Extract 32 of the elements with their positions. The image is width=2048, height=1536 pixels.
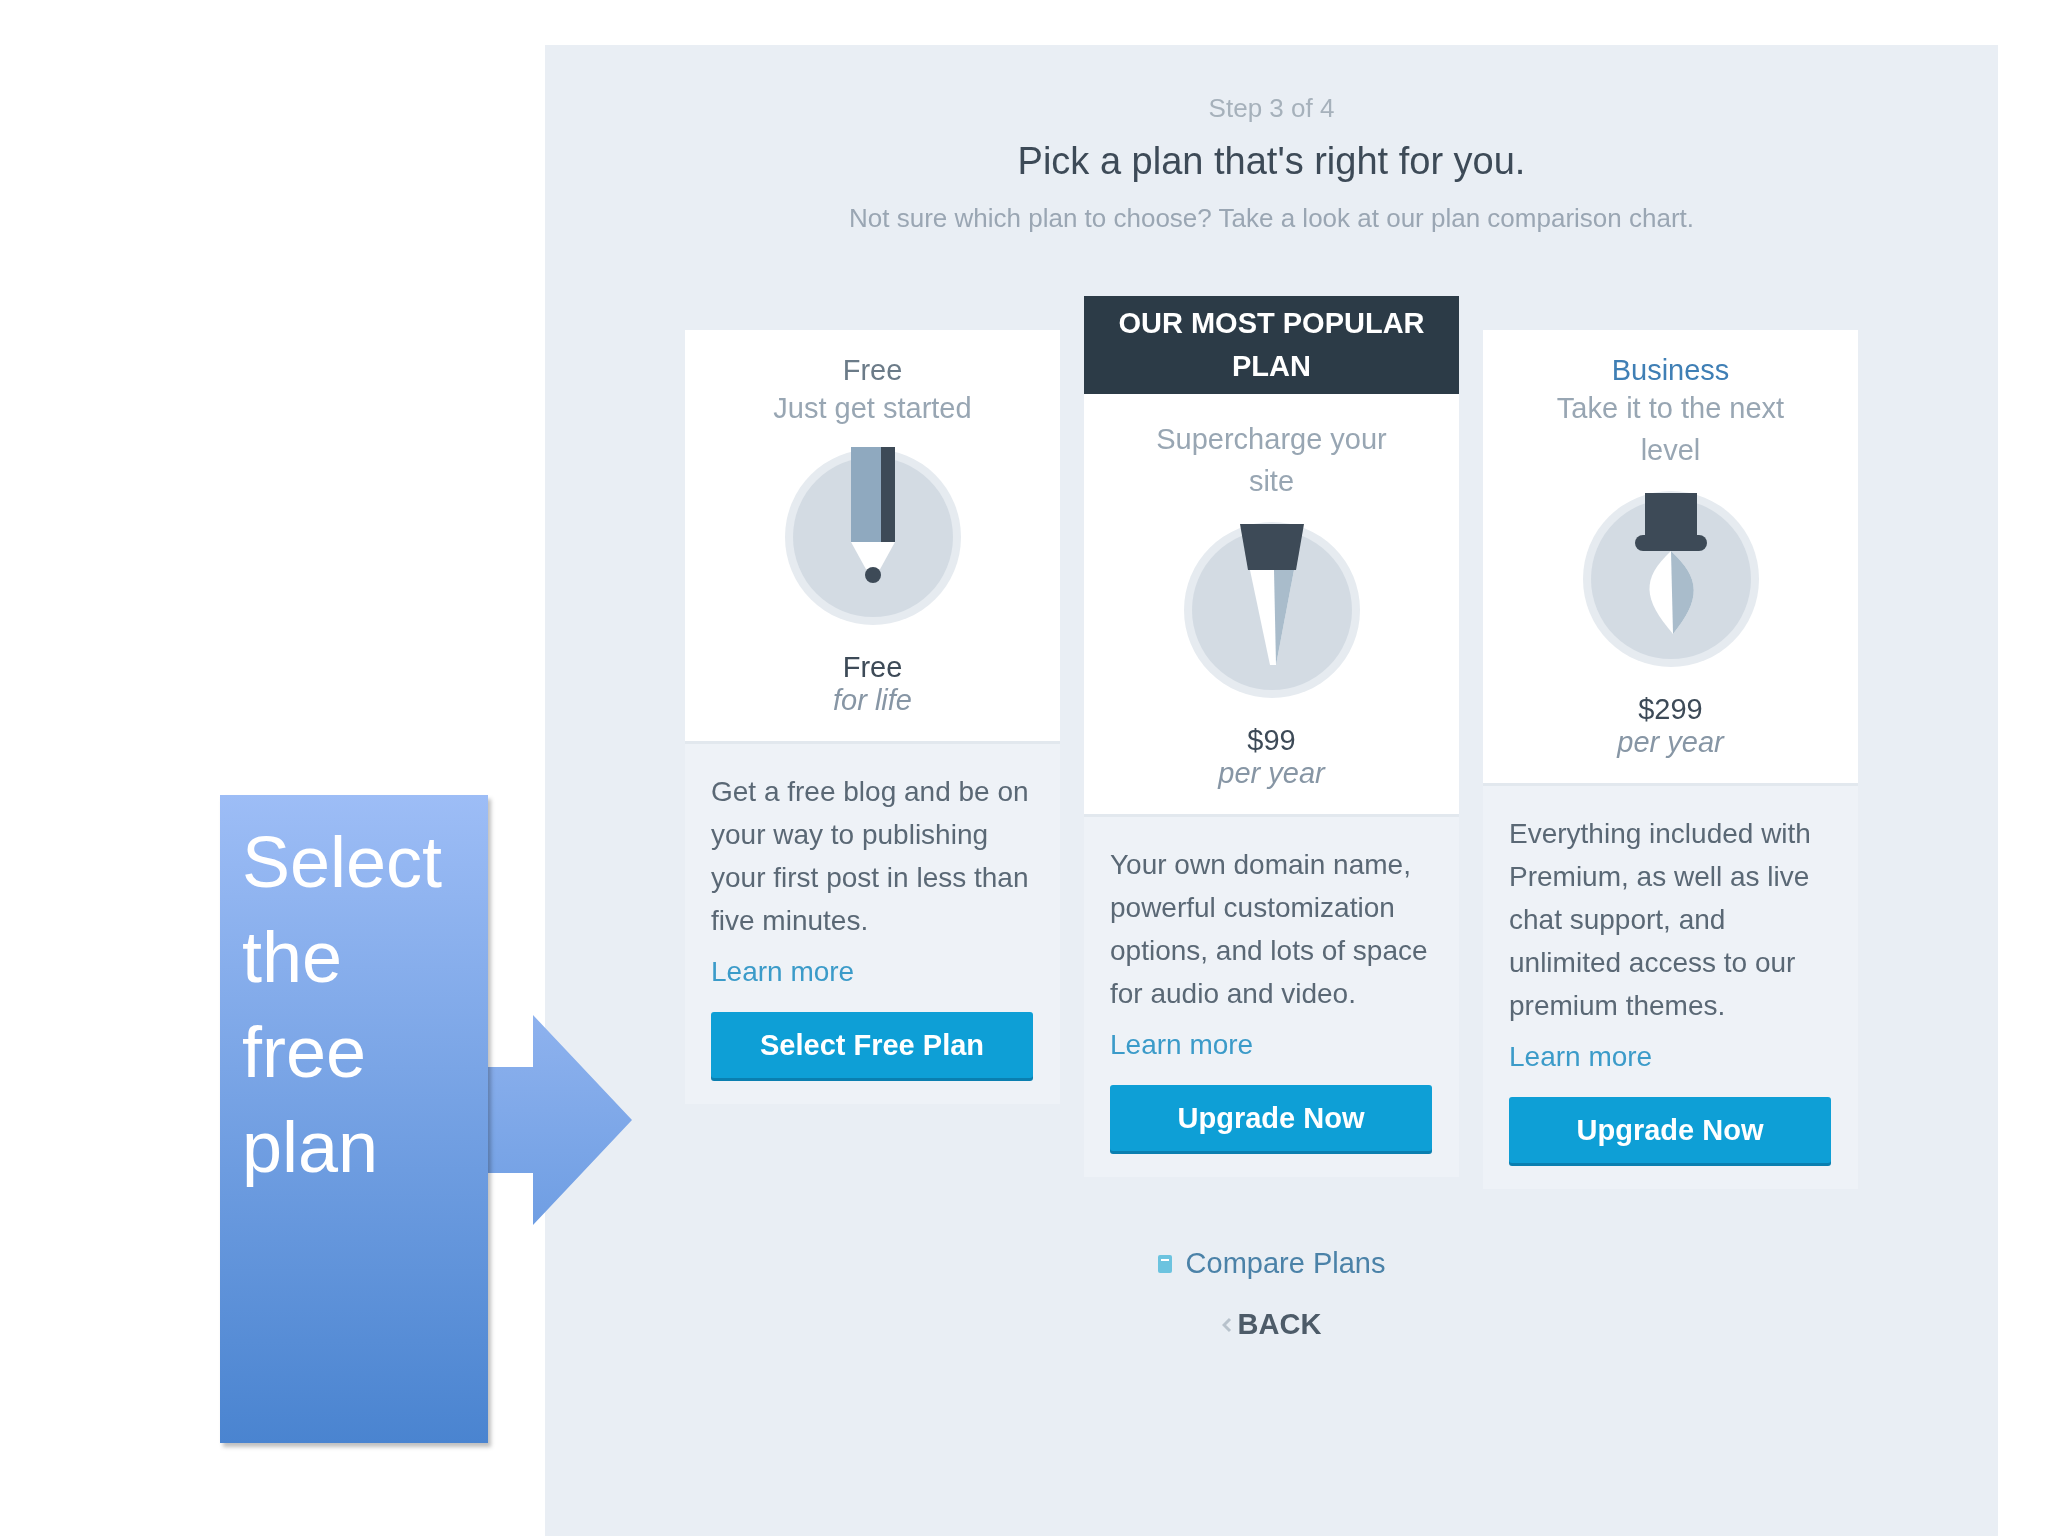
- learn-more-link[interactable]: Learn more: [1110, 1029, 1254, 1061]
- plan-button[interactable]: Upgrade Now: [1110, 1085, 1432, 1151]
- plan-description: Everything included with Premium, as well as live chat support, and unlimited access to our premium themes.: [1509, 817, 1812, 1023]
- plan-price: $99: [1247, 724, 1296, 757]
- compare-plans-link[interactable]: Compare Plans: [1185, 1247, 1386, 1280]
- fountain-pen-icon: [1580, 489, 1761, 669]
- plan-button[interactable]: Upgrade Now: [1509, 1097, 1831, 1163]
- price-period: for life: [833, 684, 912, 717]
- page-title: Pick a plan that's right for you.: [1017, 140, 1526, 183]
- plan-tagline: Just get started: [772, 391, 973, 426]
- price-period: per year: [1218, 757, 1325, 790]
- plan-description: Your own domain name, powerful customization options, and lots of space for audio and video.: [1110, 848, 1429, 1011]
- plan-name: Business: [1611, 354, 1730, 387]
- chevron-left-icon: [1221, 1316, 1232, 1333]
- price-period: per year: [1617, 726, 1724, 759]
- learn-more-link[interactable]: Learn more: [1509, 1041, 1653, 1073]
- plan-name: Free: [842, 354, 903, 387]
- plan-button[interactable]: Select Free Plan: [711, 1012, 1033, 1078]
- plan-description: Get a free blog and be on your way to publishing your first post in less than five minutes.: [711, 775, 1030, 938]
- back-link[interactable]: BACK: [1237, 1308, 1322, 1341]
- popular-banner: OUR MOST POPULAR PLAN: [1084, 296, 1459, 394]
- plan-tagline: Supercharge your site: [1155, 422, 1388, 499]
- subtitle: Not sure which plan to choose? Take a look at our plan comparison chart.: [849, 203, 1694, 234]
- pencil-icon: [782, 447, 963, 627]
- document-icon: [1157, 1254, 1172, 1273]
- plan-tagline: Take it to the next level: [1555, 391, 1786, 468]
- step-indicator: Step 3 of 4: [1208, 93, 1335, 124]
- plan-price: $299: [1638, 693, 1703, 726]
- learn-more-link[interactable]: Learn more: [711, 956, 855, 988]
- brush-icon: [1181, 520, 1362, 700]
- callout-text: Select the free plan: [242, 821, 444, 1189]
- plan-price: Free: [842, 651, 903, 684]
